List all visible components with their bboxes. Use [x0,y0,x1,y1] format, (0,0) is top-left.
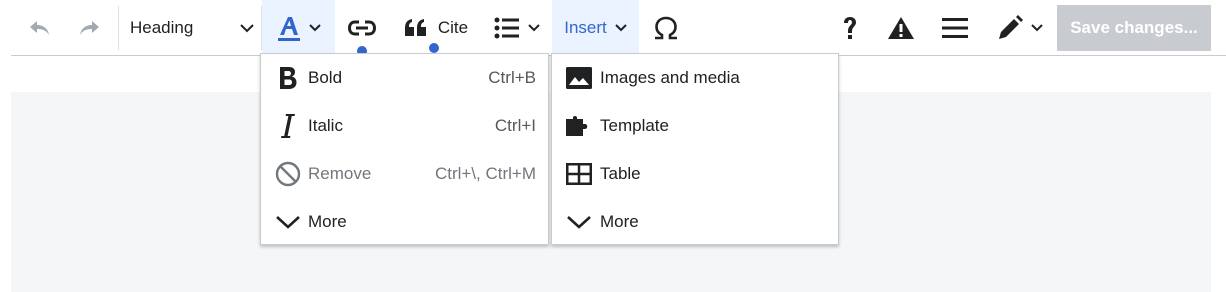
heading-dropdown[interactable]: Heading [120,0,260,55]
menu-item-label: Template [600,116,669,135]
menu-item-italic[interactable]: Italic Ctrl+I [261,102,548,150]
insert-menu: Images and media Template Table More [551,53,839,245]
menu-item-label: Italic [308,116,343,135]
cite-label: Cite [437,17,469,37]
pencil-icon [999,14,1023,39]
insert-label: Insert [564,17,607,37]
editor-toolbar: Heading Cite Insert Save changes... [0,0,1226,56]
menu-item-shortcut: Ctrl+I [494,116,536,135]
page-notices-button[interactable] [880,0,922,55]
chevron-down-icon [275,209,301,235]
menu-item-bold[interactable]: Bold Ctrl+B [261,54,548,102]
omega-icon [655,16,677,39]
menu-item-label: Remove [308,164,372,183]
bold-icon [275,65,301,91]
quote-icon [404,18,426,36]
chevron-down-icon [615,24,627,32]
menu-icon [942,17,968,38]
menu-item-label: Table [600,164,641,183]
insert-dropdown[interactable]: Insert [552,0,639,55]
puzzle-icon [566,113,592,139]
redo-icon [80,20,99,35]
help-button[interactable] [830,0,870,55]
table-icon [566,161,592,187]
menu-item-label: Bold [308,68,343,87]
menu-item-template[interactable]: Template [552,102,838,150]
page-options-button[interactable] [934,0,976,55]
italic-icon [275,113,301,139]
text-style-menu: Bold Ctrl+B Italic Ctrl+I Remove Ctrl+\,… [260,53,549,245]
link-icon [348,20,376,35]
menu-item-table[interactable]: Table [552,150,838,198]
menu-item-label: More [308,212,347,231]
cite-indicator-dot [429,43,439,53]
alert-icon [888,16,914,39]
menu-item-remove[interactable]: Remove Ctrl+\, Ctrl+M [261,150,548,198]
menu-item-more[interactable]: More [552,198,838,246]
undo-icon [30,20,49,35]
menu-item-shortcut: Ctrl+B [488,68,536,87]
redo-button[interactable] [72,0,106,55]
menu-item-label: Images and media [600,68,740,87]
remove-format-icon [275,161,301,187]
text-style-icon [277,16,300,41]
chevron-down-icon [1031,24,1043,32]
list-button[interactable] [486,0,548,55]
menu-item-shortcut: Ctrl+\, Ctrl+M [434,164,536,183]
bullet-list-icon [494,17,519,38]
chevron-down-icon [308,24,321,32]
image-icon [566,65,592,91]
undo-button[interactable] [24,0,56,55]
menu-item-images-and-media[interactable]: Images and media [552,54,838,102]
heading-label: Heading [130,17,194,37]
menu-item-more[interactable]: More [261,198,548,246]
special-character-button[interactable] [644,0,688,55]
menu-item-label: More [600,212,639,231]
chevron-down-icon [528,24,540,32]
edit-mode-button[interactable] [988,0,1052,55]
chevron-down-icon [566,209,592,235]
toolbar-separator [118,6,119,50]
text-style-button[interactable] [262,0,335,55]
save-changes-button[interactable]: Save changes... [1057,5,1211,51]
chevron-down-icon [240,23,254,32]
help-icon [844,16,856,39]
